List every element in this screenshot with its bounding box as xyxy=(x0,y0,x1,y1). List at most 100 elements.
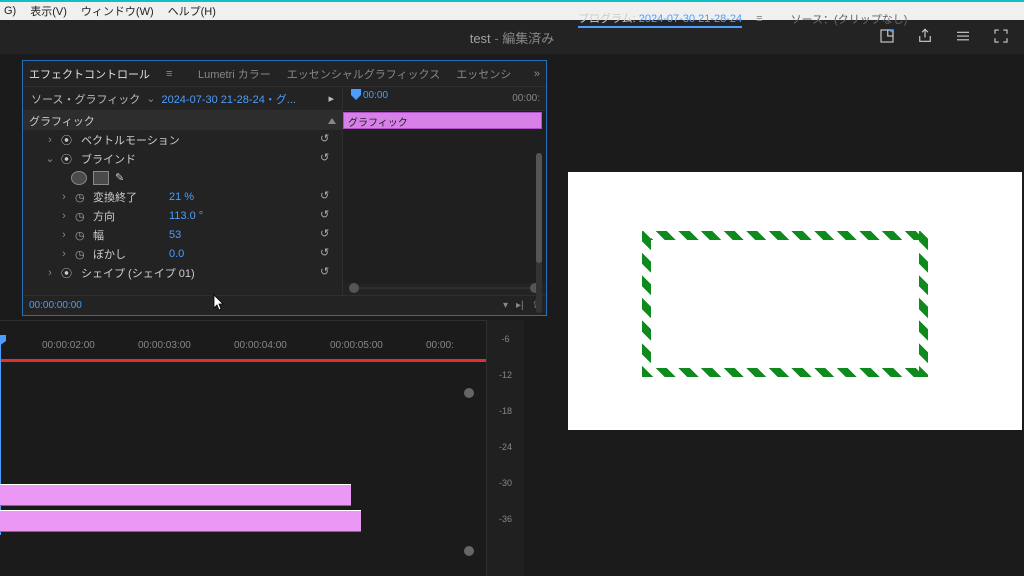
twirl-icon[interactable]: › xyxy=(45,267,55,279)
twirl-icon[interactable]: › xyxy=(59,191,69,203)
menu-item[interactable]: G) xyxy=(4,5,16,17)
param-label: 方向 xyxy=(93,208,163,224)
project-name: test xyxy=(470,31,491,46)
param-width[interactable]: › ◷ 幅 53 ↺ xyxy=(23,225,342,244)
stopwatch-icon[interactable]: ◷ xyxy=(75,210,87,222)
source-label: ソース・グラフィック xyxy=(31,91,140,107)
twirl-icon[interactable]: › xyxy=(59,248,69,260)
mask-shape-row: ✎ xyxy=(23,168,342,187)
reset-icon[interactable]: ↺ xyxy=(320,132,336,148)
fx-enable-icon[interactable]: ⦿ xyxy=(61,265,75,281)
param-label: ぼかし xyxy=(93,246,163,262)
ruler-mark: 00:00:03:00 xyxy=(138,340,191,351)
video-clip[interactable] xyxy=(0,510,361,532)
program-tabs: プログラム: 2024-07-30 21-28-24 ≡ ソース：(クリップなし… xyxy=(572,6,1018,32)
panel-menu-icon[interactable]: ≡ xyxy=(756,13,762,25)
reset-icon[interactable]: ↺ xyxy=(320,189,336,205)
pen-mask-icon[interactable]: ✎ xyxy=(115,171,124,184)
program-clip-name: 2024-07-30 21-28-24 xyxy=(639,13,742,25)
effect-row-shape[interactable]: › ⦿ シェイプ (シェイプ 01) ↺ xyxy=(23,263,342,282)
video-clip[interactable] xyxy=(0,484,351,506)
tab-lumetri[interactable]: Lumetri カラー xyxy=(198,66,271,82)
menu-item-window[interactable]: ウィンドウ(W) xyxy=(81,3,154,19)
meter-label: -18 xyxy=(499,406,512,416)
param-feather[interactable]: › ◷ ぼかし 0.0 ↺ xyxy=(23,244,342,263)
panel-menu-icon[interactable]: ≡ xyxy=(166,68,182,80)
effect-row-blinds[interactable]: ⌄ ⦿ ブラインド ↺ xyxy=(23,149,342,168)
meter-label: -6 xyxy=(501,334,509,344)
effect-row-vector-motion[interactable]: › ⦿ ベクトルモーション ↺ xyxy=(23,130,342,149)
timecode-display[interactable]: 00:00:00:00 xyxy=(29,300,82,311)
track-handle[interactable] xyxy=(464,388,474,398)
tab-effect-controls[interactable]: エフェクトコントロール xyxy=(29,66,150,82)
timeline-ruler[interactable]: 00:00:02:00 00:00:03:00 00:00:04:00 00:0… xyxy=(0,335,486,355)
track-handle[interactable] xyxy=(464,546,474,556)
effect-list: ソース・グラフィック ⌄ 2024-07-30 21-28-24・グ... ▸ … xyxy=(23,87,343,295)
render-bar xyxy=(0,359,486,362)
cursor-icon xyxy=(213,294,225,312)
collapse-icon[interactable] xyxy=(328,118,336,124)
tabs-overflow-icon[interactable]: » xyxy=(534,68,540,80)
menu-item-view[interactable]: 表示(V) xyxy=(30,3,67,19)
reset-icon[interactable]: ↺ xyxy=(320,246,336,262)
zoom-slider[interactable] xyxy=(349,283,540,293)
stopwatch-icon[interactable]: ◷ xyxy=(75,229,87,241)
effect-group-header[interactable]: グラフィック xyxy=(23,111,342,130)
ellipse-mask-icon[interactable] xyxy=(71,171,87,185)
play-arrow-icon[interactable]: ▸ xyxy=(328,92,334,105)
meter-label: -30 xyxy=(499,478,512,488)
rect-mask-icon[interactable] xyxy=(93,171,109,185)
stopwatch-icon[interactable]: ◷ xyxy=(75,191,87,203)
twirl-icon[interactable]: › xyxy=(59,229,69,241)
param-value[interactable]: 21 % xyxy=(169,191,229,203)
effect-label: シェイプ (シェイプ 01) xyxy=(81,265,336,281)
ruler-mark: 00:00: xyxy=(426,340,454,351)
source-tab[interactable]: ソース：(クリップなし) xyxy=(791,11,908,27)
param-direction[interactable]: › ◷ 方向 113.0 ° ↺ xyxy=(23,206,342,225)
scrollbar[interactable] xyxy=(536,153,542,313)
effect-label: ベクトルモーション xyxy=(81,132,336,148)
filter-icon[interactable]: ▾ xyxy=(503,300,508,311)
twirl-open-icon[interactable]: ⌄ xyxy=(45,152,55,165)
audio-meter: -6 -12 -18 -24 -30 -36 xyxy=(486,320,524,576)
reset-icon[interactable]: ↺ xyxy=(320,227,336,243)
timeline-clip[interactable]: グラフィック xyxy=(343,112,542,129)
twirl-icon[interactable]: › xyxy=(59,210,69,222)
ruler-mark: 00:00:04:00 xyxy=(234,340,287,351)
step-icon[interactable]: ▸| xyxy=(516,300,524,311)
param-value[interactable]: 113.0 ° xyxy=(169,210,229,222)
program-monitor-panel: プログラム: 2024-07-30 21-28-24 ≡ ソース：(クリップなし… xyxy=(572,6,1018,430)
source-clip-selector[interactable]: ソース・グラフィック ⌄ 2024-07-30 21-28-24・グ... ▸ xyxy=(23,87,342,111)
reset-icon[interactable]: ↺ xyxy=(320,151,336,167)
effect-controls-panel: エフェクトコントロール ≡ Lumetri カラー エッセンシャルグラフィックス… xyxy=(22,60,547,316)
fx-enable-icon[interactable]: ⦿ xyxy=(61,151,75,167)
program-viewer[interactable] xyxy=(568,172,1022,430)
playhead-icon[interactable]: 00:00 xyxy=(351,89,388,101)
panel-tabs: エフェクトコントロール ≡ Lumetri カラー エッセンシャルグラフィックス… xyxy=(23,61,546,87)
meter-label: -24 xyxy=(499,442,512,452)
reset-icon[interactable]: ↺ xyxy=(320,208,336,224)
menu-item-help[interactable]: ヘルプ(H) xyxy=(168,3,216,19)
project-status: 編集済み xyxy=(502,31,554,46)
chevron-down-icon: ⌄ xyxy=(146,92,155,105)
tab-essential-sound[interactable]: エッセンシ xyxy=(456,66,511,82)
ruler-start: 00:00 xyxy=(363,90,388,101)
tab-essential-graphics[interactable]: エッセンシャルグラフィックス xyxy=(287,66,440,82)
param-label: 幅 xyxy=(93,227,163,243)
stopwatch-icon[interactable]: ◷ xyxy=(75,248,87,260)
ruler-mark: 00:00:02:00 xyxy=(42,340,95,351)
reset-icon[interactable]: ↺ xyxy=(320,265,336,281)
mini-timeline-ruler[interactable]: 00:00 00:00: xyxy=(343,87,546,111)
meter-label: -36 xyxy=(499,514,512,524)
param-label: 変換終了 xyxy=(93,189,163,205)
program-label: プログラム: xyxy=(578,13,636,25)
param-value[interactable]: 53 xyxy=(169,229,229,241)
ruler-end: 00:00: xyxy=(512,93,540,104)
sequence-timeline: 00:00:02:00 00:00:03:00 00:00:04:00 00:0… xyxy=(0,320,486,576)
param-value[interactable]: 0.0 xyxy=(169,248,229,260)
twirl-icon[interactable]: › xyxy=(45,134,55,146)
tab-program[interactable]: プログラム: 2024-07-30 21-28-24 xyxy=(578,10,742,28)
param-transition-complete[interactable]: › ◷ 変換終了 21 % ↺ xyxy=(23,187,342,206)
meter-label: -12 xyxy=(499,370,512,380)
fx-enable-icon[interactable]: ⦿ xyxy=(61,132,75,148)
